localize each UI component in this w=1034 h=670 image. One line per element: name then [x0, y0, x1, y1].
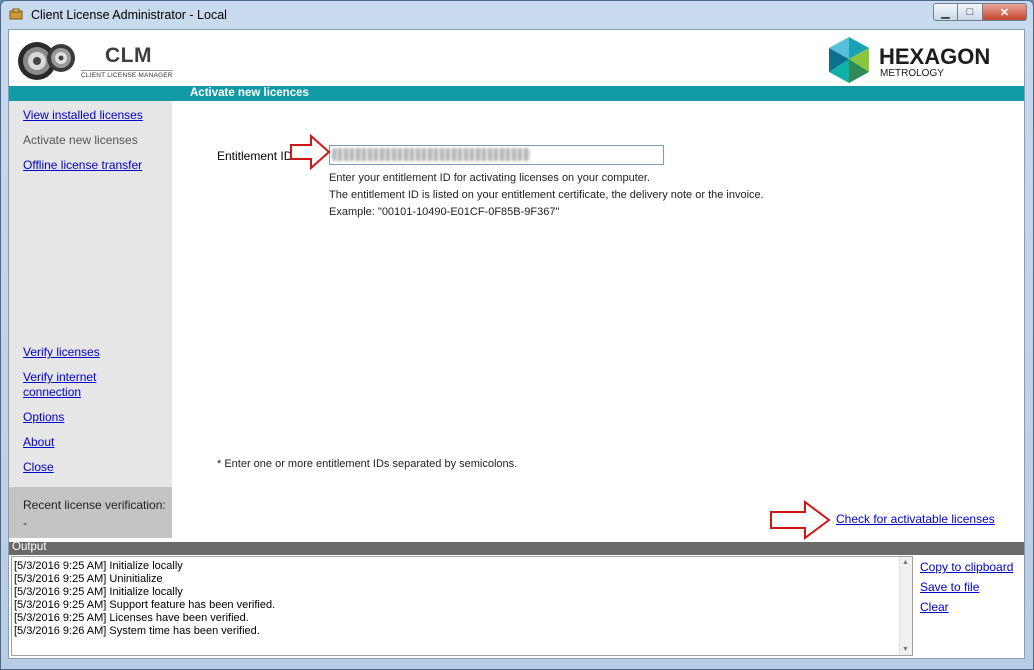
sidebar-item-activate-new[interactable]: Activate new licenses: [23, 133, 138, 148]
sidebar-item-options[interactable]: Options: [23, 410, 64, 425]
recent-verification-label: Recent license verification:: [23, 498, 166, 512]
sidebar: View installed licenses Activate new lic…: [9, 101, 172, 538]
sidebar-item-close[interactable]: Close: [23, 460, 54, 475]
help-text-line: The entitlement ID is listed on your ent…: [329, 189, 764, 201]
sidebar-item-verify-internet[interactable]: Verify internet: [23, 370, 96, 385]
app-icon: [9, 8, 23, 20]
clm-logo: CLM CLIENT LICENSE MANAGER: [13, 38, 181, 84]
brand-sub: METROLOGY: [880, 68, 944, 79]
clm-title: CLM: [105, 44, 152, 67]
sidebar-item-offline-transfer[interactable]: Offline license transfer: [23, 158, 142, 173]
annotation-arrow-icon: [770, 500, 831, 540]
window-title: Client License Administrator - Local: [31, 8, 227, 22]
brand-name: HEXAGON: [879, 44, 991, 69]
sidebar-item-verify-licenses[interactable]: Verify licenses: [23, 345, 100, 360]
output-header: Output: [9, 541, 1024, 555]
client-area: CLM CLIENT LICENSE MANAGER HEXAGON METRO…: [8, 29, 1025, 659]
output-log[interactable]: [5/3/2016 9:25 AM] Initialize locally [5…: [11, 556, 913, 656]
recent-verification-panel: Recent license verification: -: [9, 487, 172, 538]
log-line: [5/3/2016 9:26 AM] System time has been …: [14, 625, 260, 637]
check-activatable-link[interactable]: Check for activatable licenses: [836, 512, 995, 526]
maximize-icon: □: [966, 6, 974, 18]
minimize-icon: ▁: [941, 6, 950, 19]
window-controls: ▁ □ ✕: [933, 3, 1027, 21]
log-line: [5/3/2016 9:25 AM] Initialize locally: [14, 560, 183, 572]
clm-subtitle: CLIENT LICENSE MANAGER: [81, 70, 173, 79]
help-text-line: Enter your entitlement ID for activating…: [329, 172, 650, 184]
hexagon-mark-icon: [829, 37, 869, 83]
clm-gears-icon: [18, 42, 75, 80]
help-text-line: Example: "00101-10490-E01CF-0F85B-9F367": [329, 206, 560, 218]
save-to-file-link[interactable]: Save to file: [920, 580, 979, 594]
entitlement-redacted-value: [332, 148, 530, 161]
log-line: [5/3/2016 9:25 AM] Support feature has b…: [14, 599, 276, 611]
sidebar-item-view-installed[interactable]: View installed licenses: [23, 108, 143, 123]
sidebar-item-about[interactable]: About: [23, 435, 54, 450]
title-bar[interactable]: Client License Administrator - Local ▁ □…: [1, 1, 1033, 29]
copy-to-clipboard-link[interactable]: Copy to clipboard: [920, 560, 1013, 574]
log-scrollbar[interactable]: ▲ ▼: [899, 557, 912, 655]
section-title: Activate new licences: [190, 87, 309, 99]
recent-verification-value: -: [23, 516, 27, 530]
maximize-button[interactable]: □: [958, 3, 983, 21]
entitlement-footnote: * Enter one or more entitlement IDs sepa…: [217, 458, 518, 470]
sidebar-item-verify-internet-cont[interactable]: connection: [23, 385, 81, 400]
output-title: Output: [12, 541, 47, 553]
close-icon: ✕: [999, 6, 1010, 19]
hexagon-logo: HEXAGON METROLOGY: [825, 34, 1015, 86]
annotation-arrow-icon: [290, 134, 331, 170]
log-line: [5/3/2016 9:25 AM] Licenses have been ve…: [14, 612, 249, 624]
clear-log-link[interactable]: Clear: [920, 600, 949, 614]
log-line: [5/3/2016 9:25 AM] Uninitialize: [14, 573, 163, 585]
app-window: Client License Administrator - Local ▁ □…: [0, 0, 1034, 670]
section-header: Activate new licences: [9, 86, 1024, 101]
scroll-down-icon[interactable]: ▼: [902, 646, 909, 653]
minimize-button[interactable]: ▁: [933, 3, 958, 21]
close-button[interactable]: ✕: [983, 3, 1027, 21]
log-line: [5/3/2016 9:25 AM] Initialize locally: [14, 586, 183, 598]
scroll-up-icon[interactable]: ▲: [902, 559, 909, 566]
